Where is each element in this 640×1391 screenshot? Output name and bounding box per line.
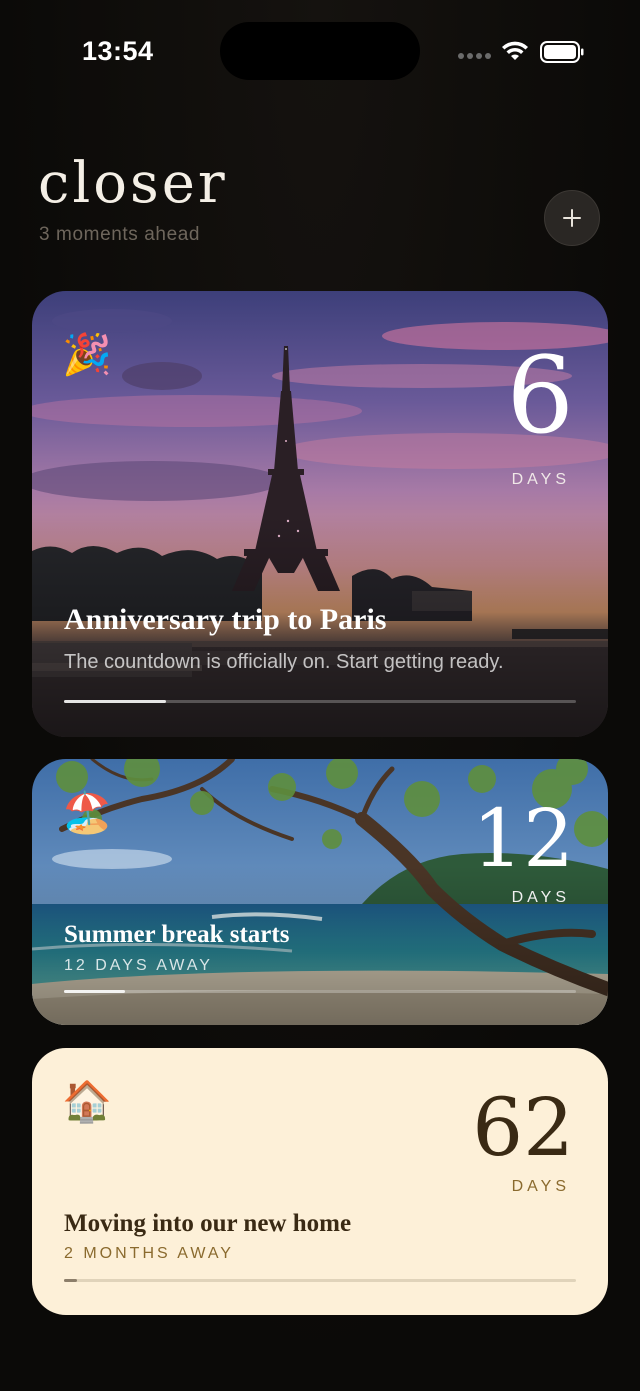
- progress-track: [64, 990, 576, 993]
- moment-title: Moving into our new home: [64, 1210, 352, 1237]
- moment-card-paris[interactable]: 🎉 6 DAYS Anniversary trip to Paris The c…: [32, 291, 608, 737]
- moment-card-summer[interactable]: 🏖️ 12 DAYS Summer break starts 12 DAYS A…: [32, 759, 608, 1025]
- days-label: DAYS: [511, 471, 570, 488]
- beach-umbrella-icon: 🏖️: [62, 790, 112, 836]
- wifi-icon: [502, 41, 528, 60]
- moment-title: Summer break starts: [64, 921, 290, 948]
- house-icon: 🏠: [62, 1079, 112, 1125]
- days-count: 6: [506, 334, 574, 457]
- moments-count: 3 moments ahead: [39, 224, 201, 245]
- days-count: 12: [472, 792, 574, 885]
- days-count: 62: [472, 1081, 574, 1174]
- days-label: DAYS: [511, 889, 570, 906]
- progress-fill: [64, 700, 167, 703]
- moment-message: The countdown is officially on. Start ge…: [64, 651, 504, 673]
- app-title: closer: [38, 151, 228, 216]
- progress-track: [64, 700, 576, 703]
- cellular-signal-icon: [458, 53, 491, 59]
- plus-icon: [563, 209, 581, 227]
- moment-countdown-text: 12 DAYS AWAY: [64, 957, 213, 974]
- days-label: DAYS: [511, 1178, 570, 1195]
- moment-card-new-home[interactable]: 🏠 62 DAYS Moving into our new home 2 MON…: [32, 1048, 608, 1315]
- dynamic-island: [220, 22, 420, 80]
- moment-countdown-text: 2 MONTHS AWAY: [64, 1245, 234, 1262]
- moment-title: Anniversary trip to Paris: [64, 603, 387, 636]
- add-moment-button[interactable]: [544, 190, 600, 246]
- progress-fill: [64, 1279, 77, 1282]
- progress-fill: [64, 990, 126, 993]
- status-bar: 13:54: [0, 0, 640, 100]
- battery-icon: [540, 41, 584, 63]
- progress-track: [64, 1279, 576, 1282]
- party-popper-icon: 🎉: [62, 332, 112, 378]
- status-time: 13:54: [82, 36, 154, 66]
